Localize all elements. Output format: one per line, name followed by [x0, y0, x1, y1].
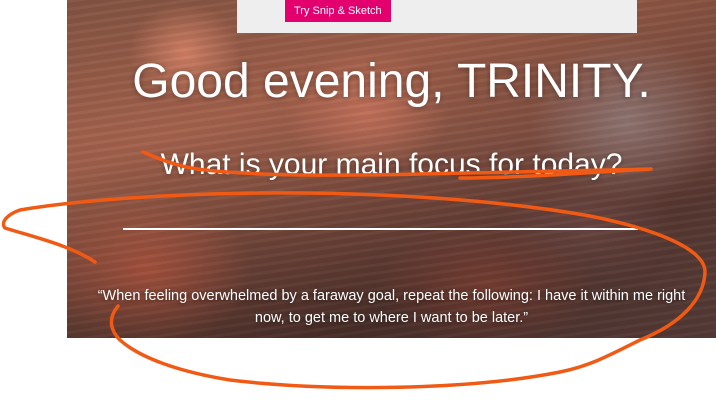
focus-input[interactable] [123, 196, 638, 230]
snip-sketch-banner: Try Snip & Sketch [237, 0, 637, 33]
momentum-dashboard: Try Snip & Sketch Good evening, TRINITY.… [67, 0, 716, 338]
focus-question: What is your main focus for today? [160, 148, 623, 181]
greeting-heading: Good evening, TRINITY. [132, 55, 651, 108]
try-snip-sketch-button[interactable]: Try Snip & Sketch [285, 0, 391, 22]
daily-quote[interactable]: “When feeling overwhelmed by a faraway g… [87, 285, 696, 329]
